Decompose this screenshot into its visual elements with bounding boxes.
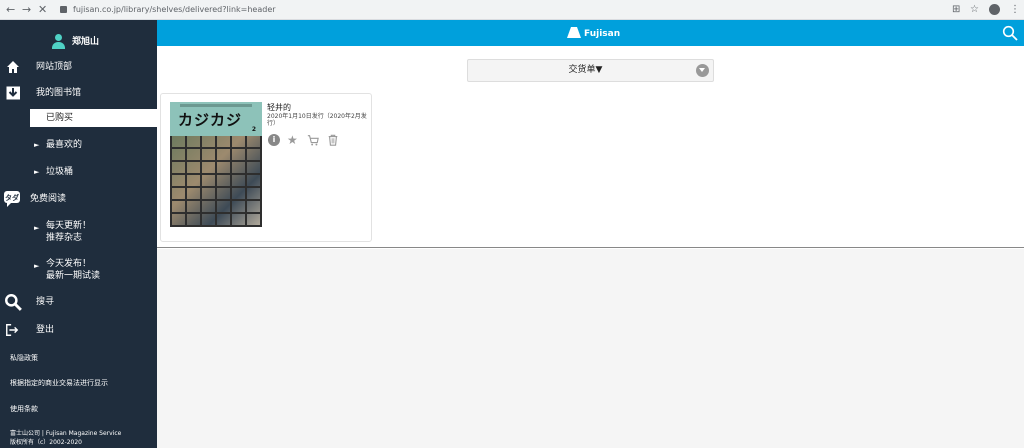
cover-title: カジカジ [178, 111, 243, 129]
browser-toolbar: ← → ✕ fujisan.co.jp/library/shelves/deli… [0, 0, 1024, 20]
bookmark-star-icon[interactable]: ☆ [970, 3, 979, 17]
download-icon [6, 86, 20, 100]
terms-of-use-link[interactable]: 使用条款 [10, 404, 38, 414]
sidebar-item-favorites[interactable]: ► 最喜欢的 [0, 134, 157, 156]
url-text: fujisan.co.jp/library/shelves/delivered?… [73, 5, 276, 14]
sidebar-item-trash[interactable]: ► 垃圾桶 [0, 161, 157, 183]
label-line: 推荐杂志 [46, 233, 83, 243]
svg-text:タダ: タダ [5, 193, 19, 202]
forward-icon[interactable]: → [22, 3, 31, 17]
sidebar-item-label: 垃圾桶 [46, 167, 74, 177]
lock-icon [60, 6, 67, 13]
brand-name: Fujisan [584, 29, 621, 39]
brand-logo[interactable]: Fujisan [567, 26, 620, 40]
search-icon[interactable] [1002, 25, 1018, 41]
home-icon [7, 61, 19, 73]
free-read-icon: タダ [4, 191, 20, 207]
arrow-right-icon: ► [34, 141, 40, 149]
sidebar-item-label: 已购买 [46, 113, 74, 123]
sidebar-item-purchased[interactable]: 已购买 [30, 109, 157, 127]
label-line: 每天更新！ [46, 221, 92, 231]
label-line: 最新一期试读 [46, 271, 101, 281]
browser-menu-icon[interactable]: ⋮ [1010, 3, 1020, 17]
book-meta: 2020年1月10日发行（2020年2月发行） [267, 113, 367, 127]
book-card: カジカジ 2 轻井的 2020年1月10日发行（2020年2月发行） i ★ [160, 93, 372, 242]
sidebar-item-search[interactable]: 搜寻 [0, 291, 157, 313]
cover-photo-grid [170, 136, 262, 227]
cart-icon[interactable] [307, 134, 319, 146]
user-name: 郑旭山 [72, 37, 100, 47]
sidebar-item-my-library[interactable]: 我的图书馆 [0, 82, 157, 104]
empty-area [157, 249, 1024, 448]
commercial-law-link[interactable]: 根据指定的商业交易法进行显示 [10, 378, 108, 388]
sort-dropdown[interactable]: 交货单▼ [467, 59, 714, 82]
trash-icon[interactable] [327, 134, 339, 146]
sidebar-item-today-release[interactable]: ► 今天发布！ 最新一期试读 [0, 256, 157, 290]
mountain-logo-icon [567, 27, 581, 38]
sidebar-item-free-read[interactable]: タダ 免费阅读 [0, 188, 157, 210]
header-bar: Fujisan [157, 20, 1024, 46]
arrow-right-icon: ► [34, 168, 40, 176]
copyright-line: 版权所有（c）2002-2020 [10, 439, 83, 446]
star-icon[interactable]: ★ [287, 134, 299, 146]
logout-icon [6, 324, 19, 336]
sidebar-item-label: 我的图书馆 [36, 88, 82, 98]
magazine-cover[interactable]: カジカジ 2 [170, 102, 262, 227]
address-bar[interactable]: fujisan.co.jp/library/shelves/delivered?… [60, 3, 940, 17]
chevron-down-icon [696, 64, 709, 77]
sidebar-item-logout[interactable]: 登出 [0, 319, 157, 341]
privacy-policy-link[interactable]: 私隐政策 [10, 353, 38, 363]
copyright-line: 富士山公司 | Fujisan Magazine Service [10, 430, 122, 437]
translate-icon[interactable]: ⊞ [952, 3, 960, 17]
sidebar-item-label: 最喜欢的 [46, 140, 83, 150]
sidebar-item-label: 今天发布！ 最新一期试读 [46, 258, 100, 282]
main-content: 交货单▼ カジカジ 2 轻井的 2020年1月10日发行（2020年2月发行） … [157, 46, 1024, 248]
sidebar-item-daily-recommend[interactable]: ► 每天更新！ 推荐杂志 [0, 218, 157, 252]
book-title[interactable]: 轻井的 [267, 102, 291, 113]
sidebar-item-label: 网站顶部 [36, 62, 73, 72]
arrow-right-icon: ► [34, 262, 40, 270]
profile-icon[interactable] [989, 4, 1000, 15]
sidebar-item-site-top[interactable]: 网站顶部 [0, 56, 157, 78]
sidebar: 郑旭山 网站顶部 我的图书馆 已购买 ► 最喜欢的 ► 垃圾桶 タダ 免费阅读 … [0, 20, 157, 448]
back-icon[interactable]: ← [6, 3, 15, 17]
arrow-right-icon: ► [34, 224, 40, 232]
cover-issue-number: 2 [251, 126, 256, 133]
copyright: 富士山公司 | Fujisan Magazine Service 版权所有（c）… [10, 429, 121, 447]
dropdown-label: 交货单▼ [568, 65, 603, 75]
sidebar-item-label: 登出 [36, 325, 55, 335]
close-icon[interactable]: ✕ [38, 3, 47, 17]
sidebar-item-label: 搜寻 [36, 297, 55, 307]
search-icon [5, 294, 22, 311]
sidebar-item-label: 免费阅读 [30, 194, 67, 204]
user-icon [52, 34, 65, 49]
sidebar-item-label: 每天更新！ 推荐杂志 [46, 220, 91, 244]
info-icon[interactable]: i [268, 134, 280, 146]
label-line: 今天发布！ [46, 259, 92, 269]
